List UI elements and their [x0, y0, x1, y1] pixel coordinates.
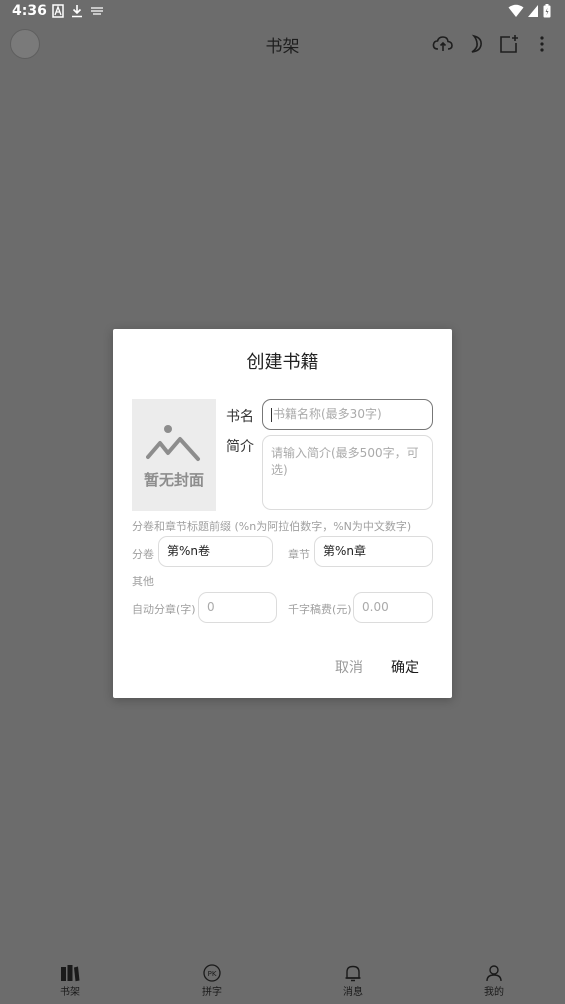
- chapter-label: 章节: [288, 548, 310, 561]
- name-label: 书名: [226, 409, 254, 425]
- nav-label-bookshelf: 书架: [60, 987, 80, 998]
- nav-label-me: 我的: [484, 987, 504, 998]
- other-label: 其他: [132, 575, 154, 588]
- bottom-nav: 书架 PK 拼字 消息 我的: [0, 956, 565, 1004]
- app-notification-icon: [91, 7, 103, 15]
- intro-placeholder: 请输入简介(最多500字，可选): [271, 446, 419, 477]
- nav-item-bookshelf[interactable]: 书架: [40, 956, 100, 998]
- book-name-input[interactable]: 书籍名称(最多30字): [262, 399, 433, 430]
- cover-picker[interactable]: 暂无封面: [132, 399, 216, 511]
- nav-label-pk: 拼字: [202, 987, 222, 998]
- nav-label-messages: 消息: [343, 987, 363, 998]
- night-mode-icon[interactable]: [464, 32, 488, 56]
- nav-item-me[interactable]: 我的: [464, 956, 524, 998]
- status-time: 4:36: [12, 3, 47, 19]
- no-cover-text: 暂无封面: [143, 471, 204, 489]
- fee-label: 千字稿费(元): [288, 603, 352, 616]
- mountain-image-icon: [146, 425, 200, 461]
- signal-icon: [528, 5, 538, 17]
- status-bar: 4:36: [0, 0, 565, 24]
- person-icon: [486, 965, 502, 982]
- volume-label: 分卷: [132, 548, 154, 561]
- confirm-button[interactable]: 确定: [391, 657, 419, 677]
- prefix-hint: 分卷和章节标题前缀 (%n为阿拉伯数字，%N为中文数字): [132, 520, 412, 533]
- dialog-title: 创建书籍: [246, 352, 319, 373]
- more-menu-icon[interactable]: [530, 32, 554, 56]
- bookshelf-icon: [61, 965, 80, 982]
- text-cursor: [271, 407, 272, 422]
- auto-split-label: 自动分章(字): [132, 603, 196, 616]
- fee-input[interactable]: 0.00: [353, 592, 433, 623]
- app-bar: 书架: [0, 24, 565, 64]
- chapter-prefix-value: 第%n章: [323, 544, 367, 558]
- battery-icon: [543, 4, 551, 18]
- intro-label: 简介: [226, 439, 254, 455]
- svg-text:PK: PK: [208, 970, 217, 978]
- download-icon: [72, 5, 82, 18]
- chapter-prefix-input[interactable]: 第%n章: [314, 536, 433, 567]
- cloud-sync-icon[interactable]: [431, 32, 455, 56]
- nav-item-pk[interactable]: PK 拼字: [182, 956, 242, 998]
- nav-item-messages[interactable]: 消息: [323, 956, 383, 998]
- cancel-button[interactable]: 取消: [335, 657, 363, 677]
- create-book-dialog: 创建书籍 暂无封面 书名 书籍名称(最多30字) 简介 请输入简介(最多500字…: [113, 329, 452, 698]
- add-book-icon[interactable]: [497, 32, 521, 56]
- volume-prefix-value: 第%n卷: [167, 544, 211, 558]
- auto-split-value: 0: [207, 600, 215, 614]
- book-name-placeholder: 书籍名称(最多30字): [273, 407, 382, 421]
- auto-split-input[interactable]: 0: [198, 592, 277, 623]
- fee-value: 0.00: [362, 600, 389, 614]
- wifi-icon: [508, 4, 524, 17]
- pk-icon: PK: [203, 964, 221, 982]
- notification-a-icon: [52, 4, 64, 18]
- intro-input[interactable]: 请输入简介(最多500字，可选): [262, 435, 433, 510]
- volume-prefix-input[interactable]: 第%n卷: [158, 536, 273, 567]
- bell-icon: [345, 965, 361, 982]
